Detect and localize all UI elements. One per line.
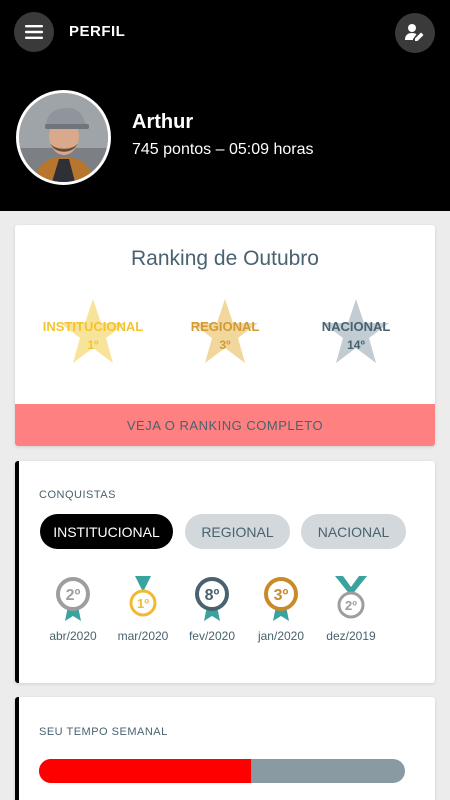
ranking-label: INSTITUCIONAL xyxy=(42,319,144,334)
svg-text:3º: 3º xyxy=(274,587,289,604)
user-stats: 745 pontos – 05:09 horas xyxy=(132,141,314,158)
user-photo xyxy=(19,93,108,182)
tab-nacional[interactable]: NACIONAL xyxy=(301,514,406,549)
medal-icon: 3º xyxy=(264,577,298,621)
medal-item[interactable]: 3º jan/2020 xyxy=(246,576,316,646)
menu-button[interactable] xyxy=(14,12,54,52)
ranking-label: REGIONAL xyxy=(190,319,260,334)
medal-month: dez/2019 xyxy=(326,629,376,643)
hamburger-menu-icon xyxy=(25,25,43,39)
weekly-time-progress-bar xyxy=(39,759,405,783)
page-title: PERFIL xyxy=(69,23,126,40)
medal-item[interactable]: 2º dez/2019 xyxy=(316,576,386,646)
achievements-label: CONQUISTAS xyxy=(39,489,116,501)
tab-regional[interactable]: REGIONAL xyxy=(185,514,290,549)
avatar[interactable] xyxy=(16,90,111,185)
weekly-time-label: SEU TEMPO SEMANAL xyxy=(39,726,168,738)
user-name: Arthur xyxy=(132,111,194,133)
svg-text:1º: 1º xyxy=(137,596,149,611)
medal-month: fev/2020 xyxy=(188,629,236,643)
ranking-institucional[interactable]: INSTITUCIONAL 1º xyxy=(23,295,163,375)
profile-header: PERFIL Arthur 745 pontos – 05:09 horas xyxy=(0,0,450,211)
ranking-position: 14º xyxy=(347,338,365,352)
medal-icon: 2º xyxy=(335,576,367,619)
medal-item[interactable]: 1º mar/2020 xyxy=(108,576,178,646)
medal-item[interactable]: 8º fev/2020 xyxy=(177,576,247,646)
ranking-card: Ranking de Outubro INSTITUCIONAL 1º REGI… xyxy=(15,225,435,446)
medal-icon: 8º xyxy=(195,577,229,621)
view-full-ranking-button[interactable]: VEJA O RANKING COMPLETO xyxy=(15,404,435,446)
medal-month: jan/2020 xyxy=(257,629,305,643)
medal-icon: 2º xyxy=(56,577,90,621)
edit-profile-button[interactable] xyxy=(395,13,435,53)
ranking-nacional[interactable]: NACIONAL 14º xyxy=(286,295,426,375)
ranking-label: NACIONAL xyxy=(321,319,391,334)
svg-text:2º: 2º xyxy=(66,587,81,604)
weekly-time-card: SEU TEMPO SEMANAL xyxy=(15,697,435,800)
medal-icon: 1º xyxy=(129,576,157,617)
achievements-card: CONQUISTAS INSTITUCIONAL REGIONAL NACION… xyxy=(15,461,435,683)
svg-text:2º: 2º xyxy=(345,598,357,613)
medal-month: abr/2020 xyxy=(49,629,97,643)
ranking-regional[interactable]: REGIONAL 3º xyxy=(155,295,295,375)
weekly-time-progress-fill xyxy=(39,759,252,783)
svg-text:8º: 8º xyxy=(205,587,220,604)
tab-institucional[interactable]: INSTITUCIONAL xyxy=(40,514,173,549)
medal-item[interactable]: 2º abr/2020 xyxy=(38,576,108,646)
ranking-position: 3º xyxy=(219,338,231,352)
ranking-position: 1º xyxy=(87,338,99,352)
edit-profile-icon xyxy=(405,24,424,41)
ranking-title: Ranking de Outubro xyxy=(131,247,319,270)
medal-month: mar/2020 xyxy=(117,629,169,643)
